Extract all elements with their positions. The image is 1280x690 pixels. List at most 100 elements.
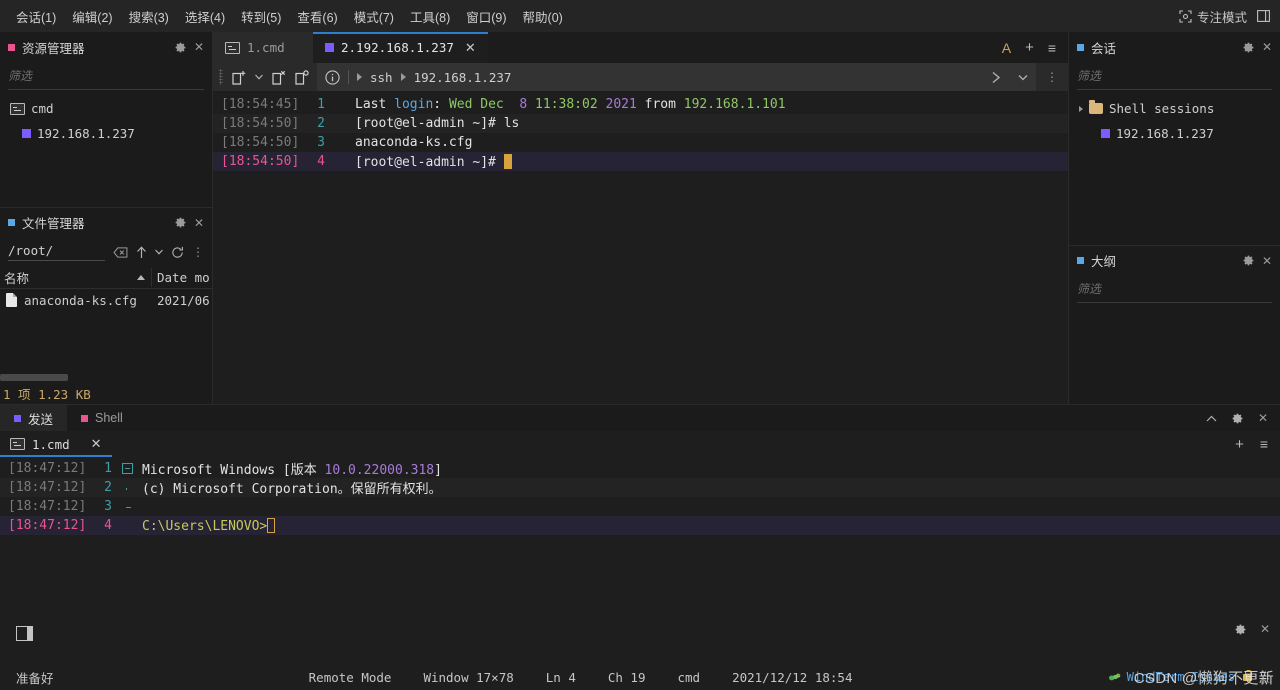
menu-help[interactable]: 帮助(0) (515, 3, 571, 30)
outline-close-icon[interactable]: ✕ (1262, 254, 1272, 268)
column-header-date[interactable]: Date mo (152, 270, 210, 285)
shell-marker-icon (81, 414, 89, 422)
outline-marker-icon (1077, 257, 1084, 264)
cmd-terminal-output[interactable]: [18:47:12] 1 Microsoft Windows [版本 10.0.… (0, 457, 1280, 616)
sessions-item-host[interactable]: 192.168.1.237 (1069, 121, 1280, 146)
tab-2-192-168-1-237[interactable]: 2.192.168.1.237 ✕ (313, 32, 488, 63)
backspace-icon[interactable] (113, 246, 128, 258)
explorer-filter-input[interactable]: 筛选 (8, 62, 204, 90)
subtab-1-cmd[interactable]: 1.cmd ✕ (0, 431, 112, 457)
file-manager-path-input[interactable]: /root/ (8, 243, 105, 261)
fold-toggle-icon[interactable] (118, 463, 136, 474)
status-shell[interactable]: cmd (678, 670, 701, 685)
status-column[interactable]: Ch 19 (608, 670, 646, 685)
dock-tab-shell[interactable]: Shell (67, 405, 137, 431)
toolbar-more-button[interactable]: ⋮ (1036, 70, 1068, 84)
file-manager-hscrollbar[interactable] (0, 372, 212, 382)
bottom-dock-subtab-actions: + ≡ (1235, 431, 1280, 457)
add-tab-icon[interactable]: + (1235, 436, 1244, 453)
breadcrumb-host[interactable]: 192.168.1.237 (414, 70, 512, 85)
line-timestamp: [18:54:45] (221, 97, 300, 112)
lock-icon[interactable] (1243, 669, 1252, 681)
layout-panel-icon[interactable] (1257, 7, 1270, 25)
sessions-close-icon[interactable]: ✕ (1262, 40, 1272, 54)
breadcrumb-protocol[interactable]: ssh (370, 70, 393, 85)
explorer-marker-icon (8, 43, 15, 51)
dock-tab-label: Shell (95, 411, 123, 425)
menu-session[interactable]: 会话(1) (8, 3, 64, 30)
chevron-down-icon[interactable] (255, 74, 263, 80)
dock-tab-label: 发送 (28, 412, 54, 427)
terminal-line: [18:54:50] 3 anaconda-ks.cfg (213, 133, 1068, 152)
tab-1-cmd[interactable]: 1.cmd (213, 32, 313, 63)
file-row[interactable]: anaconda-ks.cfg 2021/06 (0, 289, 212, 311)
explorer-gear-icon[interactable] (174, 41, 187, 54)
subtab-close-icon[interactable]: ✕ (91, 436, 102, 452)
tab-menu-icon[interactable]: ≡ (1048, 40, 1056, 56)
add-tab-icon[interactable]: + (1025, 39, 1034, 56)
tab-label: 1.cmd (247, 40, 285, 55)
sessions-gear-icon[interactable] (1242, 41, 1255, 54)
sessions-item-shell-sessions[interactable]: Shell sessions (1069, 96, 1280, 121)
resize-grip-icon[interactable] (1260, 670, 1270, 684)
sessions-panel-header: 会话 ✕ (1069, 32, 1280, 62)
menu-view[interactable]: 查看(6) (289, 3, 345, 30)
file-manager-path-bar: /root/ ⋮ (0, 237, 212, 267)
file-manager-gear-icon[interactable] (174, 216, 187, 229)
tab-menu-icon[interactable]: ≡ (1260, 436, 1268, 452)
chevron-right-icon[interactable] (991, 71, 1002, 84)
menubar-right-actions: 专注模式 (1179, 7, 1280, 26)
scrollbar-thumb[interactable] (0, 374, 68, 381)
explorer-title: 资源管理器 (22, 41, 85, 56)
tab-close-icon[interactable]: ✕ (465, 40, 476, 56)
status-remote-mode[interactable]: Remote Mode (309, 670, 392, 685)
reconnect-session-icon[interactable] (295, 69, 309, 85)
column-header-name[interactable]: 名称 (0, 268, 152, 287)
terminal-cursor (267, 517, 276, 533)
menu-tools[interactable]: 工具(8) (402, 3, 458, 30)
issues-link[interactable]: WindTerm Issues (1108, 670, 1235, 684)
focus-mode-button[interactable]: 专注模式 (1179, 7, 1247, 26)
file-manager-panel-header: 文件管理器 ✕ (0, 207, 212, 237)
gear-icon[interactable] (1231, 412, 1244, 425)
outline-gear-icon[interactable] (1242, 254, 1255, 267)
info-icon[interactable] (325, 69, 340, 85)
menu-select[interactable]: 选择(4) (177, 3, 233, 30)
session-square-icon (22, 129, 31, 138)
gear-icon[interactable] (1234, 623, 1247, 636)
close-session-icon[interactable] (272, 70, 286, 85)
explorer-close-icon[interactable]: ✕ (194, 40, 204, 54)
new-session-icon[interactable] (232, 70, 246, 85)
session-address-bar[interactable]: ssh 192.168.1.237 (317, 63, 1036, 91)
menu-edit[interactable]: 编辑(2) (64, 3, 120, 30)
sessions-filter-input[interactable]: 筛选 (1077, 62, 1272, 90)
arrow-up-icon[interactable] (136, 245, 147, 259)
explorer-item-cmd[interactable]: cmd (0, 96, 212, 121)
status-window-size[interactable]: Window 17×78 (423, 670, 513, 685)
collapse-icon[interactable] (1206, 415, 1217, 422)
dock-tab-send[interactable]: 发送 (0, 405, 68, 431)
menu-search[interactable]: 搜索(3) (121, 3, 177, 30)
close-icon[interactable]: ✕ (1260, 622, 1270, 636)
more-vertical-icon[interactable]: ⋮ (192, 245, 204, 259)
status-line[interactable]: Ln 4 (546, 670, 576, 685)
file-manager-close-icon[interactable]: ✕ (194, 216, 204, 230)
menu-window[interactable]: 窗口(9) (458, 3, 514, 30)
caret-right-icon[interactable] (1079, 105, 1083, 112)
panel-layout-icon[interactable] (16, 626, 33, 641)
session-square-icon (325, 43, 334, 52)
menu-mode[interactable]: 模式(7) (346, 3, 402, 30)
close-icon[interactable]: ✕ (1258, 411, 1268, 425)
menu-goto[interactable]: 转到(5) (233, 3, 289, 30)
outline-filter-input[interactable]: 筛选 (1077, 275, 1272, 303)
terminal-line: [18:47:12] 1 Microsoft Windows [版本 10.0.… (0, 459, 1280, 478)
chevron-down-icon[interactable] (155, 249, 163, 255)
refresh-icon[interactable] (171, 246, 184, 259)
more-vertical-icon[interactable]: ⋮ (1046, 70, 1058, 84)
drag-grip-icon[interactable] (219, 69, 223, 85)
font-size-icon[interactable]: A (1002, 40, 1011, 56)
terminal-line: [18:54:50] 2 [root@el-admin ~]# ls (213, 114, 1068, 133)
explorer-item-host[interactable]: 192.168.1.237 (0, 121, 212, 146)
ssh-terminal-output[interactable]: [18:54:45] 1 Last login: Wed Dec 8 11:38… (213, 91, 1068, 404)
chevron-down-icon[interactable] (1018, 74, 1028, 81)
